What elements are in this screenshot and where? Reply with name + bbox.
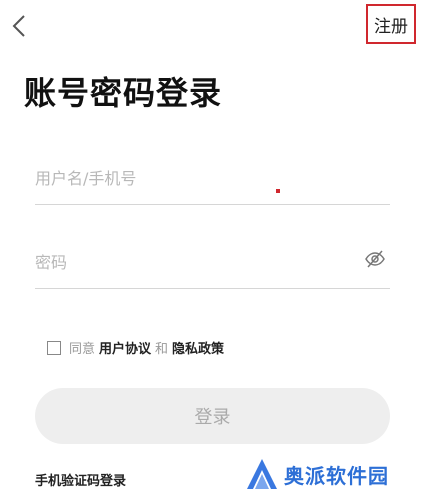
back-button[interactable]: [6, 10, 34, 42]
sms-login-link[interactable]: 手机验证码登录: [35, 470, 126, 489]
password-field: [35, 244, 390, 289]
watermark-text: 奥派软件园: [284, 463, 389, 488]
privacy-policy-link[interactable]: 隐私政策: [172, 338, 224, 357]
aopai-logo: [244, 456, 280, 492]
watermark: 奥派软件园: [244, 456, 389, 492]
login-button[interactable]: 登录: [35, 388, 390, 444]
user-agreement-link[interactable]: 用户协议: [99, 338, 151, 357]
register-label: 注册: [374, 16, 408, 37]
agreement-row: 同意 用户协议 和 隐私政策: [47, 338, 228, 357]
register-button[interactable]: 注册: [366, 4, 416, 44]
username-field: [35, 160, 390, 205]
eye-off-icon: [365, 250, 385, 268]
page-title: 账号密码登录: [24, 74, 223, 112]
password-visibility-toggle[interactable]: [364, 248, 386, 270]
agreement-checkbox[interactable]: [47, 340, 61, 355]
agreement-conjunction: 和: [155, 342, 169, 357]
password-input[interactable]: [35, 244, 335, 280]
cursor-marker: [276, 189, 280, 193]
chevron-left-icon: [12, 15, 25, 37]
username-input[interactable]: [35, 160, 335, 196]
agreement-prefix: 同意: [69, 342, 96, 357]
